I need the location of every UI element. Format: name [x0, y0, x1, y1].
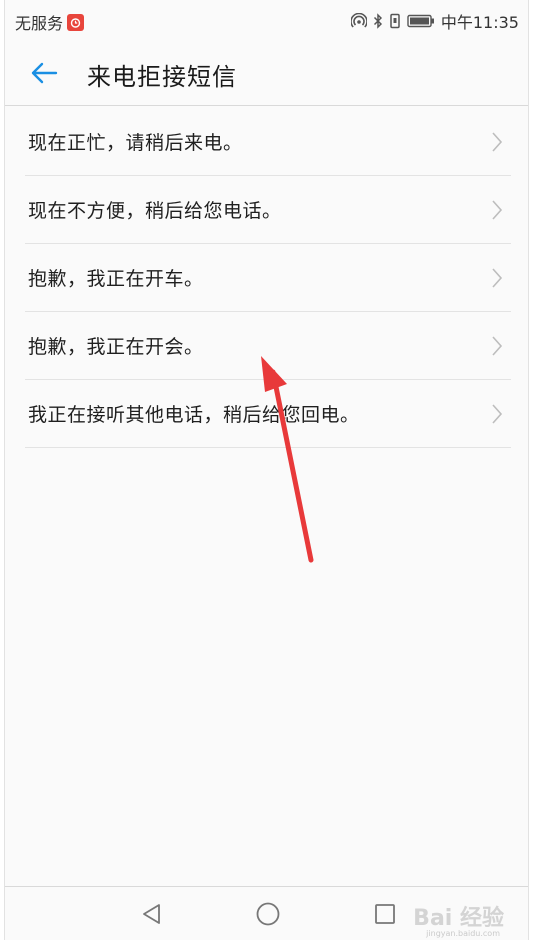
chevron-right-icon	[487, 266, 507, 290]
list-item-label: 现在不方便，稍后给您电话。	[28, 200, 282, 222]
status-bar: 无服务 中午11:35	[5, 0, 528, 40]
bluetooth-icon	[373, 13, 383, 29]
list-item-label: 我正在接听其他电话，稍后给您回电。	[28, 404, 360, 426]
vibrate-icon	[389, 13, 401, 29]
nav-home-button[interactable]	[255, 901, 281, 927]
chevron-right-icon	[487, 334, 507, 358]
chevron-right-icon	[487, 198, 507, 222]
watermark-url: jingyan.baidu.com	[426, 929, 500, 938]
nav-recents-icon	[375, 904, 395, 924]
hotspot-icon	[350, 13, 367, 29]
app-header: 来电拒接短信	[5, 40, 528, 106]
notification-app-icon	[67, 13, 85, 31]
chevron-right-icon	[487, 402, 507, 426]
list-item-label: 抱歉，我正在开会。	[28, 336, 204, 358]
nav-back-button[interactable]	[138, 901, 164, 927]
clock-text: 中午11:35	[440, 13, 519, 32]
status-left: 无服务	[15, 10, 85, 34]
back-button[interactable]	[27, 56, 61, 90]
nav-home-icon	[256, 902, 280, 926]
chevron-right-icon	[487, 130, 507, 154]
navigation-bar: Bai 经验 jingyan.baidu.com	[5, 886, 528, 940]
nav-back-icon	[143, 904, 160, 924]
page-title: 来电拒接短信	[87, 63, 237, 91]
list-item[interactable]: 我正在接听其他电话，稍后给您回电。	[25, 380, 511, 448]
back-arrow-icon	[31, 62, 58, 84]
watermark-logo: Bai 经验	[413, 906, 504, 931]
nav-recents-button[interactable]	[372, 901, 398, 927]
status-right: 中午11:35	[350, 9, 519, 33]
list-item[interactable]: 现在不方便，稍后给您电话。	[25, 176, 511, 244]
reply-message-list: 现在正忙，请稍后来电。 现在不方便，稍后给您电话。 抱歉，我正在开车。 抱歉，我…	[25, 108, 511, 448]
list-item-label: 现在正忙，请稍后来电。	[28, 132, 243, 154]
list-item[interactable]: 抱歉，我正在开车。	[25, 244, 511, 312]
phone-screen: 无服务 中午11:35 来电拒接短信 现在正忙，请稍后来电。 现在不方便，稍后给…	[4, 0, 529, 940]
list-item[interactable]: 现在正忙，请稍后来电。	[25, 108, 511, 176]
list-item-label: 抱歉，我正在开车。	[28, 268, 204, 290]
battery-icon	[407, 14, 435, 28]
carrier-text: 无服务	[15, 14, 64, 33]
list-item[interactable]: 抱歉，我正在开会。	[25, 312, 511, 380]
